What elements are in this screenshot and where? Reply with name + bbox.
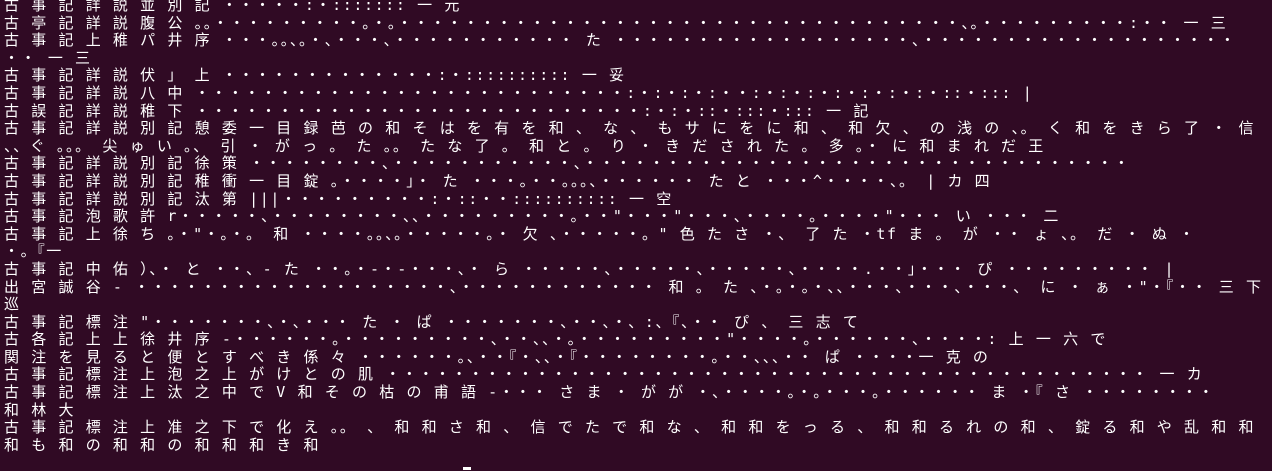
terminal-line: 古 事 記 詳 説 並 別 記 ・・・・・:・::::::: 一 元 bbox=[4, 0, 461, 14]
terminal-line: 古 事 記 上 稚 パ 井 序 ・・・。。、。・、・・・、・・・・・・・・・・・… bbox=[4, 32, 1237, 50]
terminal-line: 古 事 記 詳 説 八 中 ・・・・・・・・・・・・・・・・・・・・・・・・・・… bbox=[4, 84, 1034, 102]
terminal-line: 和 林 大 bbox=[4, 401, 76, 419]
terminal-line: 古 事 記 泡 歌 許 r・・・・・、・・・・・・・・、、・・・・・・・・・。・… bbox=[4, 208, 1061, 226]
terminal-line: 古 事 記 中 佑 ）、・ と ・・、- た ・・。・-・-・・・、・ ら ・・… bbox=[4, 260, 1176, 278]
terminal-line: 古 事 記 標 注 上 汰 之 中 で V 和 そ の 枯 の 甫 語 -・・・… bbox=[4, 384, 1216, 402]
terminal-line: 古 事 記 詳 説 別 記 憩 委 一 目 録 芭 の 和 そ は を 有 を … bbox=[4, 120, 1256, 138]
terminal-line: 古 誤 記 詳 説 稚 下 ・・・・・・・・・・・・・・・・・・・・・・・・・・… bbox=[4, 102, 870, 120]
terminal-line: 古 各 記 上 上 徐 井 序 -・・・・・・。・・・・・・・・・、・・、、・。… bbox=[4, 331, 1107, 349]
terminal-line: 古 事 記 標 注 "・・・・・・・、・、・・・ た ・ ぱ ・・・・・・・、・… bbox=[4, 313, 860, 331]
terminal-window[interactable]: 古 事 記 詳 説 並 別 記 ・・・・・:・::::::: 一 元 古 亭 記… bbox=[0, 0, 1272, 471]
terminal-line: 、、ぐ 。。。 尖 ゅ い 。、 引 ・ が っ 。 た 。。 た な 了 。 … bbox=[4, 137, 1045, 155]
terminal-line: ・。『一 bbox=[4, 243, 63, 261]
terminal-line: 古 事 記 上 徐 ち 。・"・。・。 和 ・・・・。。、。・・・・・。・ 欠 … bbox=[4, 225, 1196, 243]
terminal-line: 関 注 を 見 る と 便 と す べ き 係 々 ・・・・・・。、・・『・、、… bbox=[4, 348, 990, 366]
terminal-line: 出 宮 誠 谷 - ・・・・・・・・・・・・・・・・・・・、・・・・・・・・・・… bbox=[4, 278, 1263, 296]
terminal-line: ・・ 一 三 bbox=[4, 49, 92, 67]
terminal-line: 古 事 記 標 注 上 泡 之 上 が け と の 肌 ・・・・・・・・・・・・… bbox=[4, 366, 1204, 384]
terminal-line: 古 事 記 詳 説 伏 」 上 ・・・・・・・・・・・・・:・:::::::::… bbox=[4, 67, 626, 85]
terminal-line: 古 事 記 詳 説 別 記 徐 策 ・・・・・・・・、・・・・・・・・・・・、・… bbox=[4, 155, 1131, 173]
terminal-line: 古 亭 記 詳 説 腹 公 。。・・・・・・・・・。・。・・・・・・・・・・・・… bbox=[4, 14, 1228, 32]
terminal-line: 和 も 和 の 和 和 の 和 和 和 き 和 bbox=[4, 436, 321, 454]
text-cursor bbox=[463, 467, 471, 470]
terminal-line: 巡 bbox=[4, 296, 21, 314]
terminal-line: 古 事 記 詳 説 別 記 汰 第 |||・・・・・・・・・:・::・・::::… bbox=[4, 190, 673, 208]
terminal-line: 古 事 記 詳 説 別 記 稚 衝 一 目 錠 。・・・・」・ た ・・・。・・… bbox=[4, 172, 992, 190]
terminal-output: 古 事 記 詳 説 並 別 記 ・・・・・:・::::::: 一 元 古 亭 記… bbox=[4, 0, 1270, 454]
terminal-line: 古 事 記 標 注 上 准 之 下 で 化 え 。。 、 和 和 さ 和 、 信… bbox=[4, 419, 1256, 437]
